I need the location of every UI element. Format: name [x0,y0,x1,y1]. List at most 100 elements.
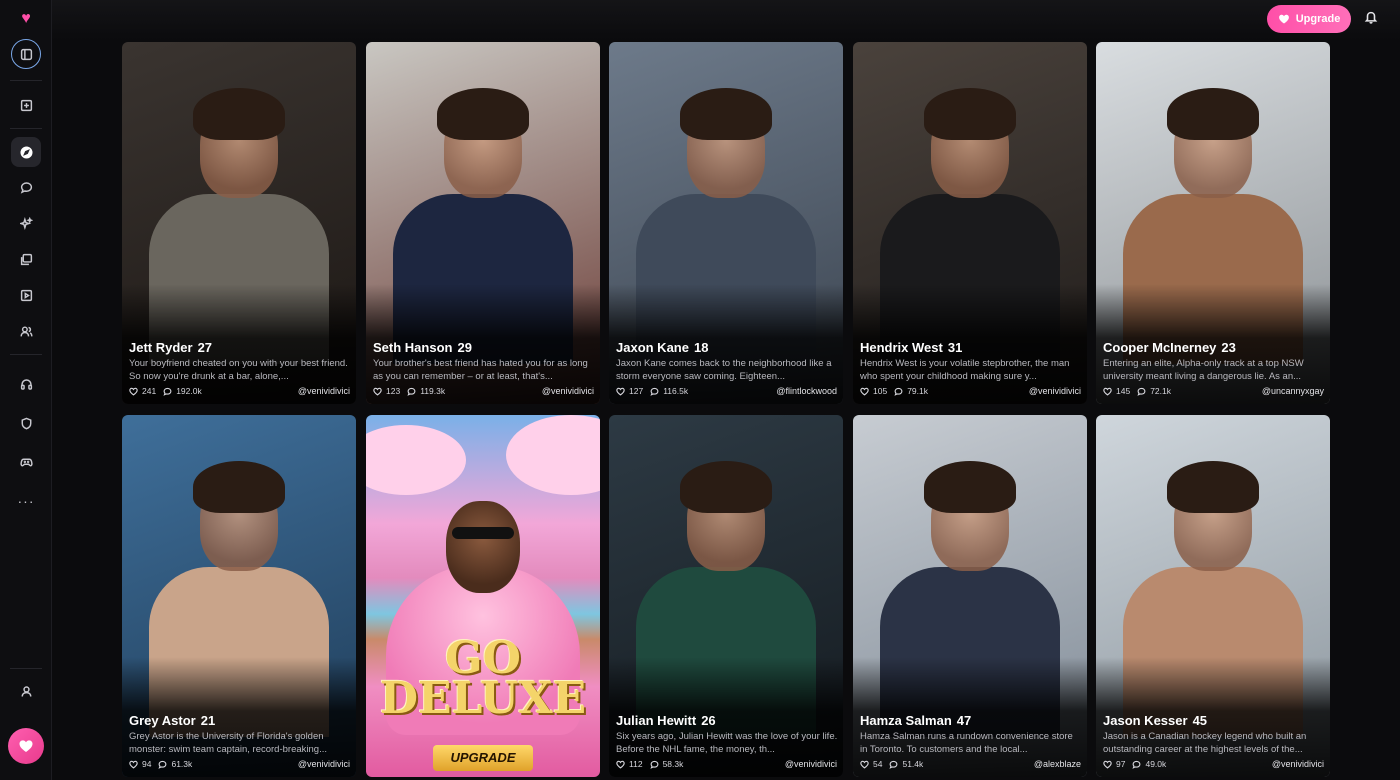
heart-logo-icon[interactable]: ♥ [17,11,35,27]
sidebar-divider [10,128,42,129]
character-card[interactable]: Hendrix West 31 Hendrix West is your vola… [853,42,1087,404]
sidebar-item-safety[interactable] [11,408,41,438]
sidebar-item-gallery[interactable] [11,244,41,274]
heart-icon [860,760,869,769]
character-age: 18 [693,340,709,355]
like-count[interactable]: 94 [129,759,151,769]
heart-icon [1103,760,1112,769]
images-icon [20,253,32,265]
play-square-icon [20,289,32,301]
upgrade-now-button[interactable]: UPGRADE NOW [433,745,533,777]
top-bar [52,0,1400,40]
sidebar-item-characters[interactable] [11,316,41,346]
chat-bubble-icon [894,387,903,396]
sidebar-item-chats[interactable] [11,172,41,202]
chat-count: 58.3k [649,759,683,769]
character-card[interactable]: Jett Ryder 27 Your boyfriend cheated on y… [122,42,356,404]
character-card[interactable]: Julian Hewitt 26 Six years ago, Julian He… [609,415,843,777]
sidebar-panel-icon [20,48,32,60]
compass-icon [19,145,33,159]
creator-handle[interactable]: @venividivici [542,386,594,396]
character-description: Grey Astor is the University of Florida'… [129,731,327,755]
character-name: Jaxon Kane 18 [616,340,709,355]
sidebar-toggle-button[interactable] [11,39,41,69]
character-age: 21 [200,713,216,728]
chat-count: 61.3k [158,759,192,769]
headphones-icon [20,378,32,390]
character-card[interactable]: Jason Kesser 45 Jason is a Canadian hocke… [1096,415,1330,777]
upgrade-button[interactable]: Upgrade [1267,5,1351,33]
card-stats: 123 119.3k [373,386,445,396]
character-card[interactable]: Cooper McInerney 23 Entering an elite, Al… [1096,42,1330,404]
character-description: Jason is a Canadian hockey legend who bu… [1103,731,1307,755]
sidebar-item-grid[interactable] [11,90,41,120]
character-hair [193,461,285,513]
sidebar-item-profile[interactable] [11,676,41,706]
character-hair [437,88,529,140]
character-hair [924,461,1016,513]
like-count[interactable]: 123 [373,386,400,396]
creator-handle[interactable]: @venividivici [1272,759,1324,769]
premium-heart-button[interactable] [8,728,44,764]
character-age: 31 [947,340,963,355]
creator-handle[interactable]: @alexblaze [1034,759,1081,769]
heart-icon [616,387,625,396]
chat-count: 79.1k [894,386,928,396]
like-count[interactable]: 97 [1103,759,1125,769]
upgrade-promo-card[interactable]: GO DELUXE UPGRADE NOW [366,415,600,777]
users-icon [19,325,33,336]
sidebar-divider [10,80,42,81]
creator-handle[interactable]: @uncannyxgay [1262,386,1324,396]
character-name: Jett Ryder 27 [129,340,213,355]
sidebar-divider [10,354,42,355]
sidebar-item-create[interactable] [11,208,41,238]
gamepad-icon [19,458,33,466]
chat-bubble-icon [1137,387,1146,396]
card-stats: 127 116.5k [616,386,688,396]
sidebar-item-videos[interactable] [11,280,41,310]
sidebar-item-support[interactable] [11,369,41,399]
character-description: Jaxon Kane comes back to the neighborhoo… [616,358,832,382]
creator-handle[interactable]: @venividivici [785,759,837,769]
character-description: Six years ago, Julian Hewitt was the lov… [616,731,838,755]
sidebar-divider [10,668,42,669]
card-stats: 112 58.3k [616,759,683,769]
chat-bubble-icon [158,760,167,769]
sidebar-item-explore[interactable] [11,137,41,167]
like-count[interactable]: 54 [860,759,882,769]
creator-handle[interactable]: @venividivici [298,759,350,769]
like-count[interactable]: 112 [616,759,643,769]
character-card[interactable]: Seth Hanson 29 Your brother's best friend… [366,42,600,404]
chat-count: 51.4k [889,759,923,769]
heart-icon [373,387,382,396]
like-count[interactable]: 241 [129,386,156,396]
chat-bubble-icon [407,387,416,396]
sidebar-item-more[interactable]: ··· [11,486,41,516]
promo-sunglasses [452,527,514,539]
character-age: 47 [956,713,972,728]
character-card[interactable]: Jaxon Kane 18 Jaxon Kane comes back to th… [609,42,843,404]
character-description: Your boyfriend cheated on you with your … [129,358,348,382]
card-stats: 105 79.1k [860,386,928,396]
notifications-button[interactable] [1364,10,1380,26]
bell-icon [1364,11,1378,24]
like-count[interactable]: 145 [1103,386,1130,396]
chat-count: 72.1k [1137,386,1171,396]
more-dots-icon: ··· [17,493,35,509]
heart-icon [860,387,869,396]
character-card[interactable]: Hamza Salman 47 Hamza Salman runs a rundo… [853,415,1087,777]
creator-handle[interactable]: @venividivici [298,386,350,396]
heart-sparkle-icon [1278,14,1289,24]
chat-bubble-icon [1132,760,1141,769]
creator-handle[interactable]: @venividivici [1029,386,1081,396]
card-stats: 241 192.0k [129,386,202,396]
chat-bubble-icon [650,387,659,396]
heart-icon [129,760,138,769]
like-count[interactable]: 127 [616,386,643,396]
grid-plus-icon [20,99,32,111]
character-card[interactable]: Grey Astor 21 Grey Astor is the Universit… [122,415,356,777]
like-count[interactable]: 105 [860,386,887,396]
card-stats: 94 61.3k [129,759,192,769]
creator-handle[interactable]: @flintlockwood [776,386,837,396]
sidebar-item-discord[interactable] [11,447,41,477]
